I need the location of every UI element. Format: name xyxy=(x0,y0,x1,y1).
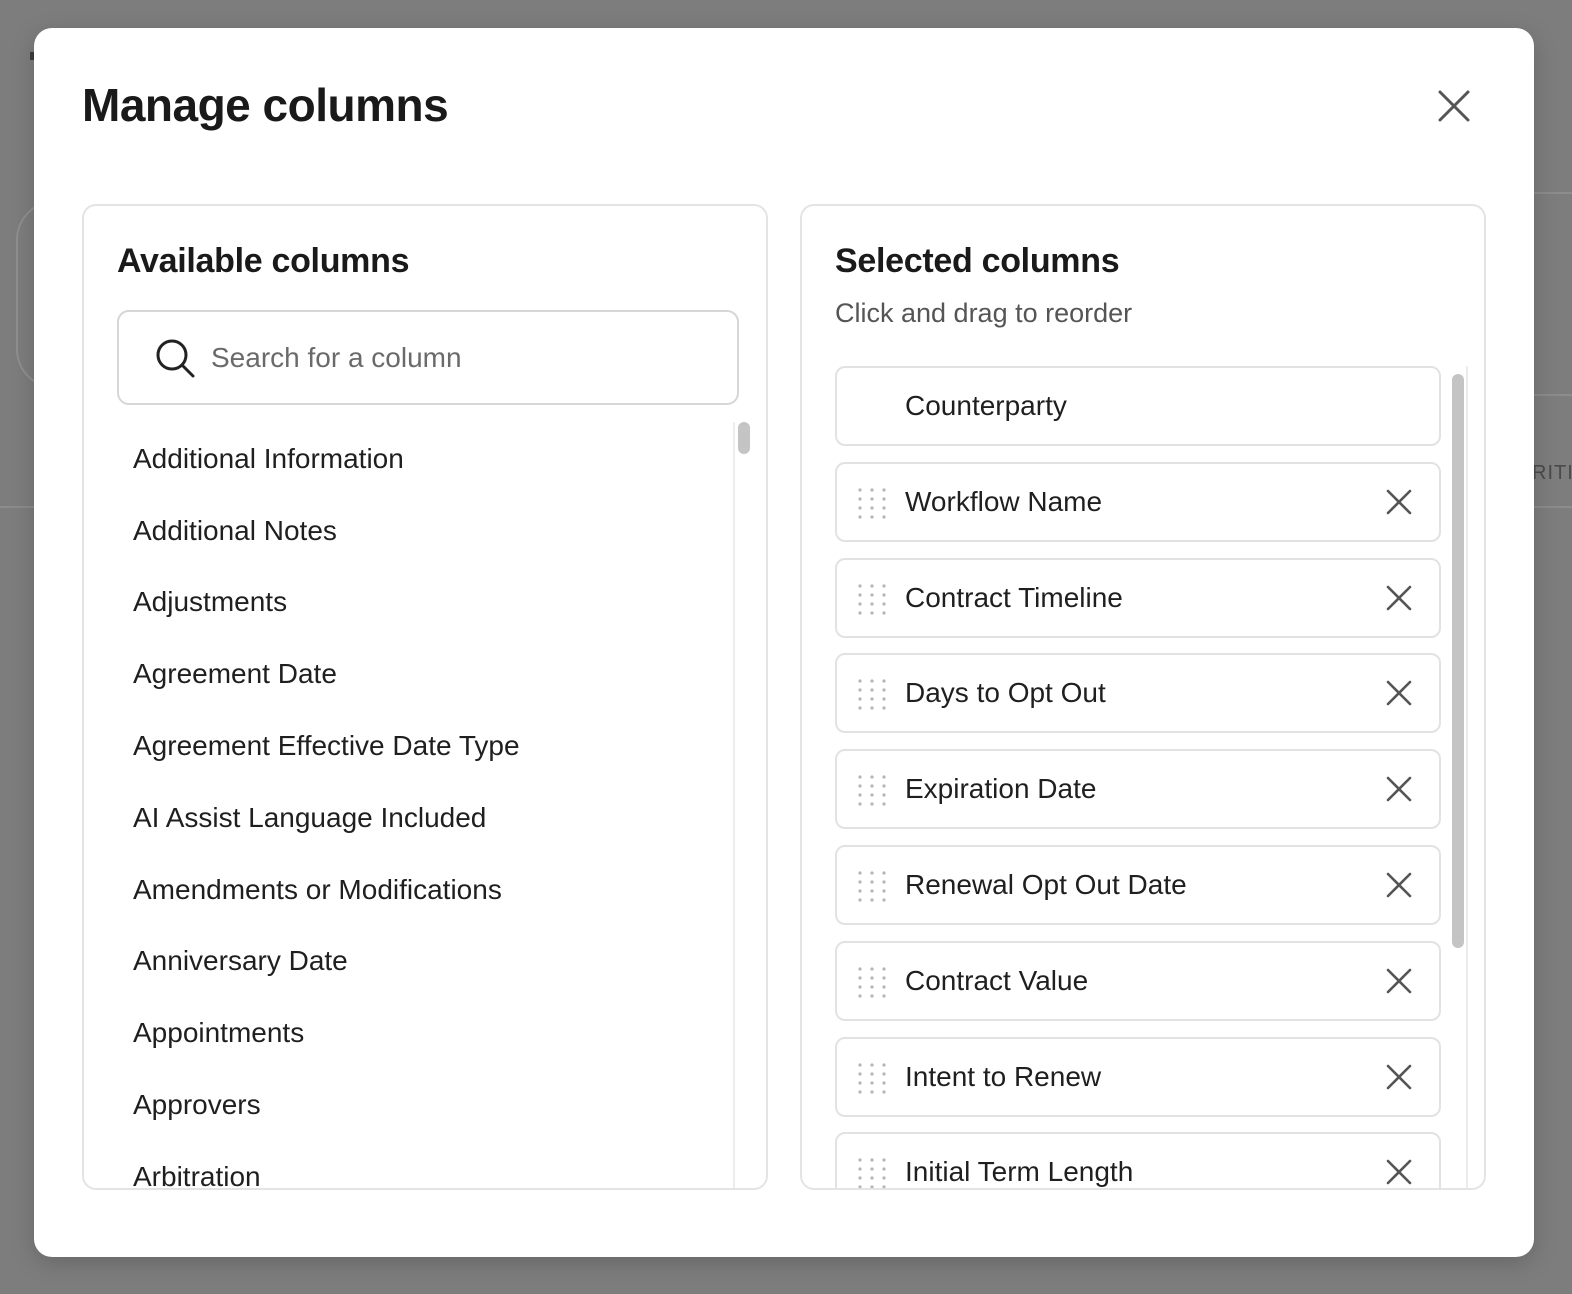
background-divider xyxy=(0,506,34,508)
remove-column-button[interactable] xyxy=(1381,675,1417,711)
available-column-label: Additional Notes xyxy=(133,514,337,546)
selected-column-item[interactable]: Renewal Opt Out Date xyxy=(835,844,1441,925)
selected-columns-hint: Click and drag to reorder xyxy=(835,298,1133,328)
available-column-item[interactable]: Anniversary Date xyxy=(117,925,727,997)
available-column-label: Appointments xyxy=(133,1017,305,1049)
selected-columns-panel: Selected columns Click and drag to reord… xyxy=(800,204,1486,1190)
remove-icon xyxy=(1381,1154,1417,1188)
selected-scrollbar-track[interactable] xyxy=(1466,366,1468,1188)
background-partial-text: RITI xyxy=(1532,462,1572,484)
selected-column-item[interactable]: Intent to Renew xyxy=(835,1036,1441,1117)
remove-icon xyxy=(1381,675,1417,711)
drag-handle-icon[interactable] xyxy=(855,582,889,616)
selected-column-label: Initial Term Length xyxy=(905,1156,1134,1188)
available-column-item[interactable]: Agreement Date xyxy=(117,637,727,709)
background-divider xyxy=(1534,394,1572,396)
available-column-item[interactable]: Additional Notes xyxy=(117,494,727,566)
selected-columns-list: Counterparty Workflow Name Contract Timeli… xyxy=(835,366,1441,1188)
remove-icon xyxy=(1381,771,1417,807)
selected-scrollbar-thumb[interactable] xyxy=(1452,374,1464,948)
drag-handle-icon[interactable] xyxy=(855,965,889,999)
available-column-label: Approvers xyxy=(133,1089,261,1121)
background-divider xyxy=(1534,192,1572,194)
selected-column-item[interactable]: Contract Value xyxy=(835,940,1441,1021)
available-column-item[interactable]: Arbitration xyxy=(117,1140,727,1188)
dialog-title: Manage columns xyxy=(82,79,449,131)
remove-icon xyxy=(1381,1059,1417,1095)
selected-column-label: Expiration Date xyxy=(905,773,1097,805)
remove-column-button[interactable] xyxy=(1381,580,1417,616)
selected-column-label: Contract Timeline xyxy=(905,581,1123,613)
remove-column-button[interactable] xyxy=(1381,1059,1417,1095)
available-column-label: Anniversary Date xyxy=(133,945,348,977)
remove-icon xyxy=(1381,484,1417,520)
available-columns-list: Additional Information Additional Notes Ad… xyxy=(117,422,727,1188)
drag-handle-icon[interactable] xyxy=(855,1061,889,1095)
available-scrollbar-track[interactable] xyxy=(733,422,735,1188)
remove-icon xyxy=(1381,867,1417,903)
drag-handle-icon[interactable] xyxy=(855,677,889,711)
drag-handle-icon[interactable] xyxy=(855,773,889,807)
selected-column-label: Renewal Opt Out Date xyxy=(905,868,1187,900)
available-column-item[interactable]: Appointments xyxy=(117,996,727,1068)
available-column-label: Amendments or Modifications xyxy=(133,873,502,905)
available-columns-title: Available columns xyxy=(117,242,410,280)
selected-column-label: Workflow Name xyxy=(905,485,1103,517)
remove-icon xyxy=(1381,580,1417,616)
available-column-item[interactable]: AI Assist Language Included xyxy=(117,781,727,853)
remove-column-button[interactable] xyxy=(1381,963,1417,999)
remove-column-button[interactable] xyxy=(1381,1154,1417,1188)
available-column-label: Adjustments xyxy=(133,586,288,618)
available-column-label: Agreement Effective Date Type xyxy=(133,730,520,762)
drag-handle-icon[interactable] xyxy=(855,1156,889,1188)
background-divider xyxy=(1534,506,1572,508)
remove-icon xyxy=(1381,963,1417,999)
available-columns-panel: Available columns Additional Information… xyxy=(82,204,768,1190)
drag-handle-icon[interactable] xyxy=(855,486,889,520)
selected-column-label: Intent to Renew xyxy=(905,1060,1102,1092)
selected-column-label: Days to Opt Out xyxy=(905,677,1106,709)
selected-column-item[interactable]: Expiration Date xyxy=(835,749,1441,830)
selected-column-label: Contract Value xyxy=(905,964,1089,996)
selected-column-item[interactable]: Days to Opt Out xyxy=(835,653,1441,734)
manage-columns-dialog: Manage columns Available columns Additio… xyxy=(34,28,1534,1257)
available-column-label: AI Assist Language Included xyxy=(133,801,487,833)
available-scrollbar-thumb[interactable] xyxy=(738,422,750,454)
search-icon xyxy=(153,336,197,380)
available-column-label: Arbitration xyxy=(133,1160,261,1188)
selected-columns-title: Selected columns xyxy=(835,242,1120,280)
available-column-item[interactable]: Approvers xyxy=(117,1068,727,1140)
remove-column-button[interactable] xyxy=(1381,771,1417,807)
selected-column-item[interactable]: Workflow Name xyxy=(835,461,1441,542)
available-column-item[interactable]: Agreement Effective Date Type xyxy=(117,709,727,781)
available-column-item[interactable]: Adjustments xyxy=(117,566,727,638)
selected-column-item[interactable]: Contract Timeline xyxy=(835,557,1441,638)
available-column-item[interactable]: Additional Information xyxy=(117,422,727,494)
selected-column-item[interactable]: Initial Term Length xyxy=(835,1132,1441,1188)
drag-handle-icon[interactable] xyxy=(855,869,889,903)
selected-column-label: Counterparty xyxy=(905,390,1067,421)
search-box[interactable] xyxy=(117,310,739,405)
close-dialog-button[interactable] xyxy=(1432,84,1476,128)
remove-column-button[interactable] xyxy=(1381,867,1417,903)
search-input[interactable] xyxy=(211,334,711,382)
selected-column-item: Counterparty xyxy=(835,366,1441,446)
available-column-label: Additional Information xyxy=(133,442,404,474)
close-icon xyxy=(1438,90,1470,122)
available-column-label: Agreement Date xyxy=(133,658,337,690)
remove-column-button[interactable] xyxy=(1381,484,1417,520)
available-column-item[interactable]: Amendments or Modifications xyxy=(117,853,727,925)
